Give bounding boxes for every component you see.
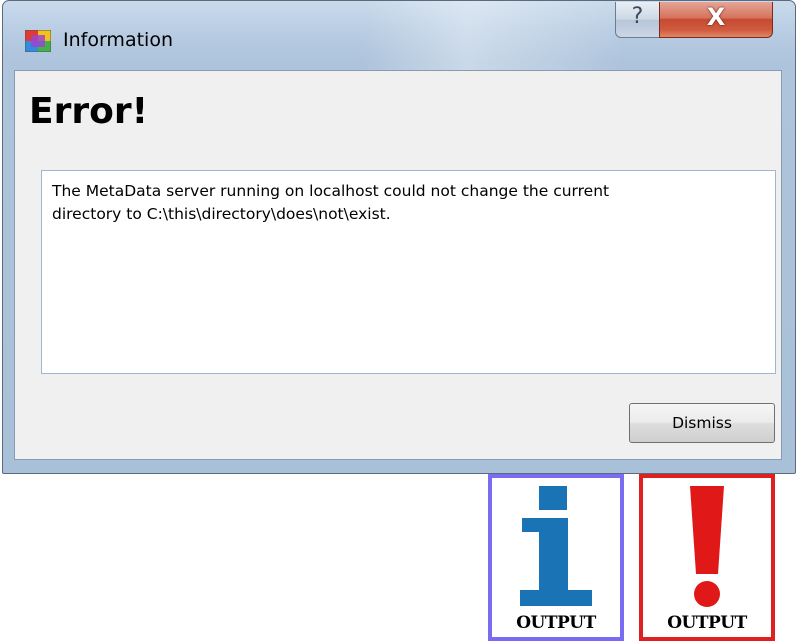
title-bar[interactable]: Information ? X	[3, 1, 795, 81]
help-icon: ?	[631, 4, 644, 29]
dismiss-button[interactable]: Dismiss	[629, 403, 775, 443]
page: Information ? X Error! The MetaData serv…	[0, 0, 799, 641]
message-text-area[interactable]: The MetaData server running on localhost…	[41, 170, 776, 374]
info-output-icon: OUTPUT	[488, 474, 624, 641]
dialog-body: Error! The MetaData server running on lo…	[14, 70, 782, 460]
close-icon: X	[706, 3, 726, 31]
info-output-label: OUTPUT	[516, 613, 596, 633]
close-button[interactable]: X	[659, 2, 773, 38]
window-title: Information	[63, 29, 173, 51]
information-dialog: Information ? X Error! The MetaData serv…	[2, 0, 796, 474]
title-bar-glass	[363, 1, 623, 81]
app-icon	[25, 30, 51, 52]
error-output-icon: OUTPUT	[639, 474, 775, 641]
help-button[interactable]: ?	[615, 2, 660, 38]
error-heading: Error!	[29, 91, 149, 132]
error-output-label: OUTPUT	[667, 613, 747, 633]
